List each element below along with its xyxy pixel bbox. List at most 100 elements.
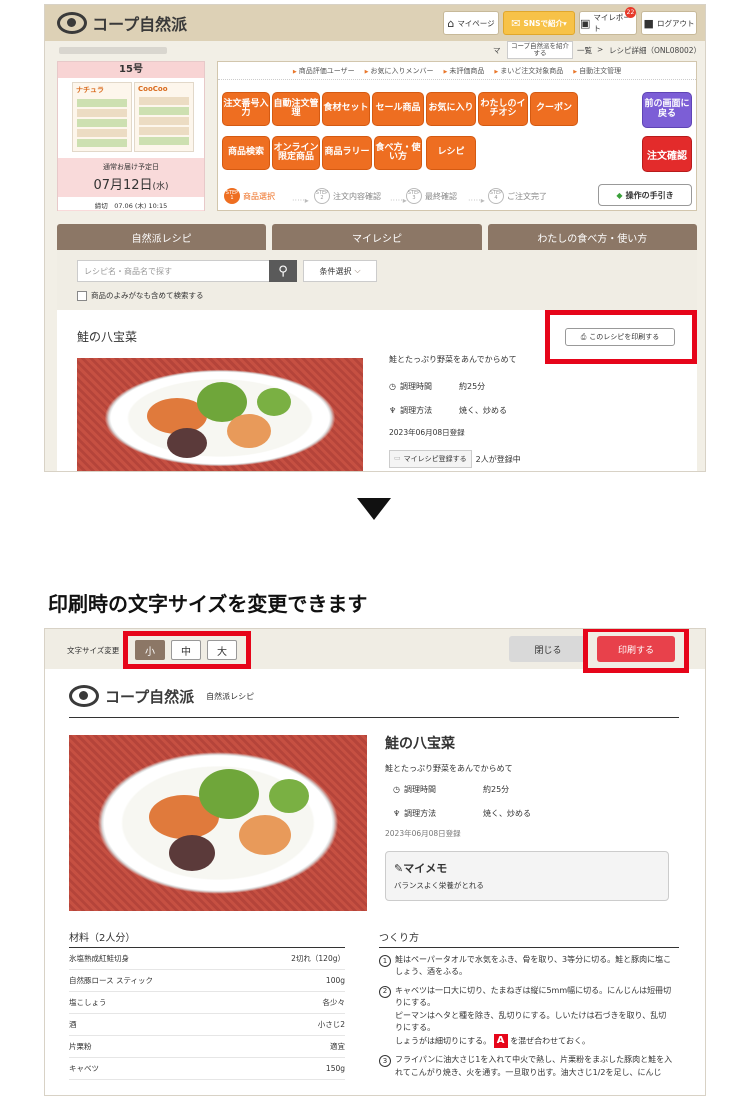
myrecipe-register-button[interactable]: ▭ マイレシピ登録する (389, 450, 472, 468)
site-logo[interactable]: コープ自然派 (57, 11, 187, 35)
report-count-badge: 22 (625, 7, 636, 18)
step-line: 鮭はペーパータオルで水気をふき、骨を取り、3等分に切る。鮭と豚肉に塩こ (395, 955, 672, 964)
reading-checkbox[interactable]: 商品のよみがなも含めて検索する (77, 290, 204, 301)
condition-select-button[interactable]: 条件選択 ⌵ (303, 260, 377, 282)
font-size-large-button[interactable]: 大 (207, 640, 237, 660)
coupon-button[interactable]: クーポン (530, 92, 578, 126)
ingredients-section: 材料（2人分） 氷塩熟成紅鮭切身 2切れ（120g） 自然豚ロース スティック 100… (69, 929, 345, 1080)
register-count: 2人が登録中 (475, 454, 521, 464)
sale-button[interactable]: セール商品 (372, 92, 424, 126)
favorites-button[interactable]: お気に入り (426, 92, 476, 126)
flyer-thumbnail-1[interactable]: ナチュラ (72, 82, 132, 152)
recipe-photo (77, 358, 363, 471)
ingredient-row: 片栗粉 適宜 (69, 1036, 345, 1058)
steps-section: つくり方 1 鮭はペーパータオルで水気をふき、骨を取り、3等分に切る。鮭と豚肉に塩… (379, 929, 679, 1085)
product-search-button[interactable]: 商品検索 (222, 136, 270, 170)
step-2: STEP 2 注文内容確認 (314, 188, 381, 204)
clock-icon: ◷ (393, 784, 400, 794)
breadcrumb-current: レシピ詳細（ONL08002） (609, 46, 702, 55)
search-icon[interactable]: ⚲ (269, 260, 297, 282)
online-only-button[interactable]: オンライン限定商品 (272, 136, 320, 170)
cooking-time: 約25分 (459, 381, 486, 391)
cooking-method: 焼く、炒める (459, 405, 507, 415)
recommend-button[interactable]: わたしのイチオシ (478, 92, 528, 126)
tab-shizenha-recipe[interactable]: 自然派レシピ (57, 224, 267, 250)
step-3: STEP 3 最終確認 (406, 188, 457, 204)
flyer-thumbnail-2[interactable]: CooCoo (134, 82, 194, 152)
print-toolbar: 文字サイズ変更 小 中 大 閉じる 印刷する (45, 629, 705, 673)
step-number: 1 (379, 955, 391, 967)
order-confirm-button[interactable]: 注文確認 (642, 136, 692, 172)
ingredient-qty: 適宜 (330, 1042, 345, 1051)
tab-how-to-use[interactable]: わたしの食べ方・使い方 (487, 224, 697, 250)
step-arrow: ·····▸ (292, 196, 309, 205)
issue-number: 15号 (58, 62, 204, 78)
step-item: 3 フライパンに油大さじ1を入れて中火で熱し、片栗粉をまぶした豚肉と鮭を入 れてこん… (379, 1054, 679, 1079)
printer-icon: ⎙ (580, 332, 587, 341)
recipe-title: 鮭の八宝菜 (77, 330, 138, 344)
pencil-icon: ✎ (394, 862, 404, 875)
step-line: りにする。 (395, 1022, 436, 1032)
user-breadcrumb-strip: マ コープ自然派を紹介する 一覧 > レシピ詳細（ONL08002） (45, 41, 705, 59)
tab-my-recipe[interactable]: マイレシピ (272, 224, 482, 250)
recipe-menu-button[interactable]: レシピ (426, 136, 476, 170)
product-rally-button[interactable]: 商品ラリー (322, 136, 372, 170)
issue-panel[interactable]: 15号 ナチュラ CooCoo 通常お届け予定日 07月12日(水) 締切 07… (57, 61, 205, 211)
ingredient-qty: 100g (325, 976, 345, 985)
breadcrumb-list-link[interactable]: 一覧 (577, 45, 592, 56)
delivery-date: 07月12日 (93, 178, 153, 193)
registered-date: 2023年06月08日登録 (389, 428, 465, 437)
print-recipe-button[interactable]: ⎙ このレシピを印刷する (565, 328, 675, 346)
cooking-time: 約25分 (483, 784, 510, 794)
print-execute-button[interactable]: 印刷する (597, 636, 675, 662)
header-bar: コープ自然派 ⌂ マイページ ✉ SNSで紹介▾ ▣ マイレポート 22 ■ ロ… (45, 5, 705, 41)
order-deadline: 締切 07.06 (木) 10:15 (58, 197, 204, 210)
my-memo-box: ✎マイメモ バランスよく栄養がとれる (385, 851, 669, 901)
font-size-small-button[interactable]: 小 (135, 640, 165, 660)
link-unrated-products[interactable]: 未評価商品 (444, 66, 484, 79)
link-favorite-members[interactable]: お気に入りメンバー (365, 66, 434, 79)
ingredient-qty: 150g (325, 1064, 345, 1073)
link-rating-users[interactable]: 商品評価ユーザー (293, 66, 355, 79)
recipe-detail-screenshot: コープ自然派 ⌂ マイページ ✉ SNSで紹介▾ ▣ マイレポート 22 ■ ロ… (44, 4, 706, 472)
mypage-button[interactable]: ⌂ マイページ (443, 11, 499, 35)
ingredient-row: 自然豚ロース スティック 100g (69, 970, 345, 992)
logout-button[interactable]: ■ ログアウト (641, 11, 697, 35)
order-number-button[interactable]: 注文番号入力 (222, 92, 270, 126)
ingredient-name: 酒 (69, 1020, 77, 1029)
link-regular-order[interactable]: まいど注文対象商品 (494, 66, 563, 79)
ingredient-row: キャベツ 150g (69, 1058, 345, 1080)
ingredients-list: 氷塩熟成紅鮭切身 2切れ（120g） 自然豚ロース スティック 100g 塩こしょう 各少… (69, 948, 345, 1080)
print-logo: コープ自然派 自然派レシピ (69, 685, 254, 707)
back-button[interactable]: 前の画面に戻る (642, 92, 692, 128)
step-number: 3 (379, 1055, 391, 1068)
sns-share-button[interactable]: ✉ SNSで紹介▾ (503, 11, 575, 35)
masked-user-id (59, 47, 167, 54)
operation-guide-button[interactable]: ◆ 操作の手引き (598, 184, 692, 206)
steps-list: 1 鮭はペーパータオルで水気をふき、骨を取り、3等分に切る。鮭と豚肉に塩こ しょう、… (379, 954, 679, 1079)
font-size-medium-button[interactable]: 中 (171, 640, 201, 660)
menu-links: 商品評価ユーザー お気に入りメンバー 未評価商品 まいど注文対象商品 自動注文管… (218, 66, 696, 80)
step-line: しょう、酒をふる。 (395, 967, 467, 977)
order-menu: 商品評価ユーザー お気に入りメンバー 未評価商品 まいど注文対象商品 自動注文管… (217, 61, 697, 211)
coop-logo-icon (57, 12, 87, 34)
recipe-search-input[interactable]: レシピ名・商品名で探す (77, 260, 271, 282)
step-line: ピーマンはヘタと種を除き、乱切りにする。しいたけは石づきを取り、乱切 (395, 1010, 667, 1020)
breadcrumb-link[interactable]: マ (493, 45, 501, 56)
how-to-eat-button[interactable]: 食べ方・使い方 (374, 136, 422, 170)
recipe-description: 鮭とたっぷり野菜をあんでからめて (385, 764, 513, 773)
steps-title: つくり方 (379, 929, 679, 948)
recipe-meta: 鮭とたっぷり野菜をあんでからめて ◷ 調理時間 約25分 ♆ 調理方法 焼く、炒める 2… (389, 354, 679, 468)
clock-icon: ◷ (389, 381, 396, 391)
food-set-button[interactable]: 食材セット (322, 92, 370, 126)
print-recipe-title: 鮭の八宝菜 (385, 736, 455, 752)
link-auto-order[interactable]: 自動注文管理 (573, 66, 621, 79)
checkbox-box[interactable] (77, 290, 87, 301)
print-recipe-meta: 鮭とたっぷり野菜をあんでからめて ◷ 調理時間 約25分 ♆ 調理方法 焼く、炒める 2… (385, 763, 675, 843)
close-button[interactable]: 閉じる (509, 636, 587, 662)
sns-dropdown-popup[interactable]: コープ自然派を紹介する (507, 41, 573, 59)
ingredient-name: 塩こしょう (69, 998, 107, 1007)
auto-order-button[interactable]: 自動注文管理 (272, 92, 320, 126)
coop-logo-icon (69, 685, 99, 707)
utensils-icon: ♆ (393, 808, 401, 818)
